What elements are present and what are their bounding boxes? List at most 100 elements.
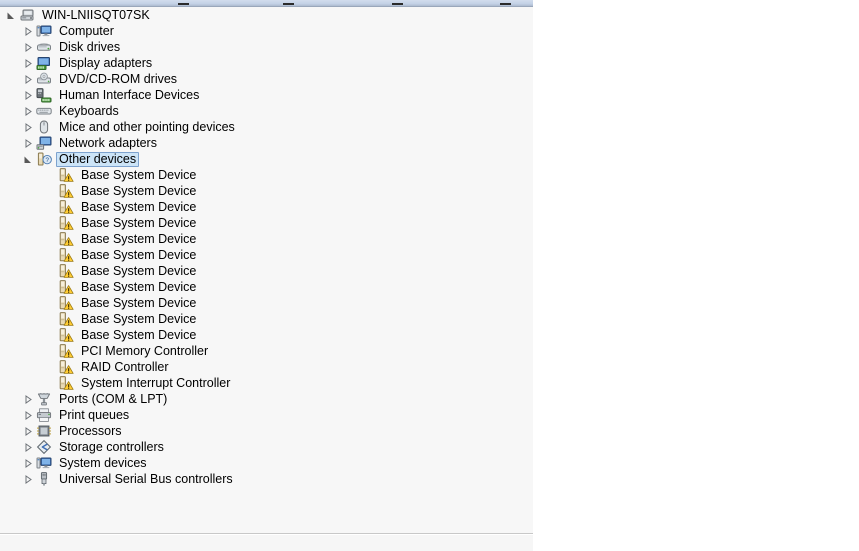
tree-category-print-queues[interactable]: Print queues xyxy=(0,407,533,423)
tree-category-display-adapters[interactable]: Display adapters xyxy=(0,55,533,71)
toolbar-button-4[interactable] xyxy=(500,3,511,5)
device-item[interactable]: Base System Device xyxy=(0,295,533,311)
device-item[interactable]: PCI Memory Controller xyxy=(0,343,533,359)
printer-icon xyxy=(36,407,52,423)
tree-category-ports-com-lpt[interactable]: Ports (COM & LPT) xyxy=(0,391,533,407)
unknown-device-warning-icon xyxy=(58,215,74,231)
tree-item-label: PCI Memory Controller xyxy=(81,343,209,358)
device-item[interactable]: Base System Device xyxy=(0,247,533,263)
tree-item-label: Base System Device xyxy=(81,263,197,278)
tree-item-label: Disk drives xyxy=(59,39,121,54)
device-item[interactable]: Base System Device xyxy=(0,167,533,183)
unknown-device-warning-icon xyxy=(58,199,74,215)
device-item[interactable]: Base System Device xyxy=(0,231,533,247)
device-tree[interactable]: WIN-LNIISQT07SK Computer Disk drives Displa… xyxy=(0,7,533,533)
tree-item-label: Keyboards xyxy=(59,103,119,118)
unknown-device-warning-icon xyxy=(58,231,74,247)
expand-collapse-toggle[interactable] xyxy=(23,154,34,165)
expand-collapse-toggle[interactable] xyxy=(23,58,34,69)
device-item[interactable]: Base System Device xyxy=(0,199,533,215)
tree-category-system-devices[interactable]: System devices xyxy=(0,455,533,471)
toolbar-button-2[interactable] xyxy=(283,3,294,5)
tree-category-dvd-cd-rom-drives[interactable]: DVD/CD-ROM drives xyxy=(0,71,533,87)
tree-item-label: Base System Device xyxy=(81,231,197,246)
tree-category-universal-serial-bus-controllers[interactable]: Universal Serial Bus controllers xyxy=(0,471,533,487)
expand-collapse-toggle[interactable] xyxy=(23,90,34,101)
device-item[interactable]: System Interrupt Controller xyxy=(0,375,533,391)
unknown-device-warning-icon xyxy=(58,359,74,375)
toolbar-button-3[interactable] xyxy=(392,3,403,5)
expand-collapse-toggle[interactable] xyxy=(23,474,34,485)
display-adapter-icon xyxy=(36,55,52,71)
unknown-device-warning-icon xyxy=(58,375,74,391)
tree-category-network-adapters[interactable]: Network adapters xyxy=(0,135,533,151)
expand-collapse-toggle[interactable] xyxy=(23,122,34,133)
tree-item-label: Base System Device xyxy=(81,183,197,198)
toolbar-button-1[interactable] xyxy=(178,3,189,5)
tree-item-label: Base System Device xyxy=(81,279,197,294)
tree-item-label: Human Interface Devices xyxy=(59,87,200,102)
tree-category-other-devices[interactable]: ? Other devices xyxy=(0,151,533,167)
tree-item-label: DVD/CD-ROM drives xyxy=(59,71,178,86)
usb-icon xyxy=(36,471,52,487)
toolbar[interactable] xyxy=(0,0,533,7)
device-item[interactable]: Base System Device xyxy=(0,327,533,343)
dvd-drive-icon xyxy=(36,71,52,87)
storage-controller-icon xyxy=(36,439,52,455)
tree-item-label: Universal Serial Bus controllers xyxy=(59,471,233,486)
expand-collapse-toggle[interactable] xyxy=(23,42,34,53)
tree-item-label: Base System Device xyxy=(81,167,197,182)
tree-item-label: Storage controllers xyxy=(59,439,164,454)
expand-collapse-toggle[interactable] xyxy=(23,426,34,437)
expand-collapse-toggle[interactable] xyxy=(23,442,34,453)
tree-item-label: Ports (COM & LPT) xyxy=(59,391,168,406)
unknown-device-icon: ? xyxy=(36,151,52,167)
unknown-device-warning-icon xyxy=(58,343,74,359)
device-item[interactable]: Base System Device xyxy=(0,263,533,279)
device-item[interactable]: Base System Device xyxy=(0,279,533,295)
device-item[interactable]: Base System Device xyxy=(0,183,533,199)
expand-collapse-toggle[interactable] xyxy=(23,394,34,405)
tree-root-label: WIN-LNIISQT07SK xyxy=(42,7,150,22)
tree-category-computer[interactable]: Computer xyxy=(0,23,533,39)
expand-collapse-toggle[interactable] xyxy=(6,10,17,21)
tree-category-storage-controllers[interactable]: Storage controllers xyxy=(0,439,533,455)
tree-category-human-interface-devices[interactable]: Human Interface Devices xyxy=(0,87,533,103)
keyboard-icon xyxy=(36,103,52,119)
device-item[interactable]: Base System Device xyxy=(0,311,533,327)
network-adapter-icon xyxy=(36,135,52,151)
port-icon xyxy=(36,391,52,407)
tree-root-computer[interactable]: WIN-LNIISQT07SK xyxy=(0,7,533,23)
expand-collapse-toggle[interactable] xyxy=(23,106,34,117)
tree-item-label: System devices xyxy=(59,455,147,470)
device-manager-window: WIN-LNIISQT07SK Computer Disk drives Displa… xyxy=(0,0,533,551)
tree-item-label: RAID Controller xyxy=(81,359,169,374)
processor-icon xyxy=(36,423,52,439)
device-item[interactable]: RAID Controller xyxy=(0,359,533,375)
device-item[interactable]: Base System Device xyxy=(0,215,533,231)
tree-item-label: Base System Device xyxy=(81,311,197,326)
unknown-device-warning-icon xyxy=(58,263,74,279)
status-bar xyxy=(0,533,533,551)
unknown-device-warning-icon xyxy=(58,279,74,295)
svg-text:?: ? xyxy=(45,157,49,164)
tree-category-mice-and-other-pointing-devices[interactable]: Mice and other pointing devices xyxy=(0,119,533,135)
expand-collapse-toggle[interactable] xyxy=(23,410,34,421)
tree-item-label: Display adapters xyxy=(59,55,153,70)
tree-item-label: Base System Device xyxy=(81,247,197,262)
expand-collapse-toggle[interactable] xyxy=(23,458,34,469)
tree-item-label: Mice and other pointing devices xyxy=(59,119,235,134)
tree-category-disk-drives[interactable]: Disk drives xyxy=(0,39,533,55)
tree-category-keyboards[interactable]: Keyboards xyxy=(0,103,533,119)
disk-drive-icon xyxy=(36,39,52,55)
unknown-device-warning-icon xyxy=(58,247,74,263)
tree-item-label: Base System Device xyxy=(81,199,197,214)
expand-collapse-toggle[interactable] xyxy=(23,26,34,37)
unknown-device-warning-icon xyxy=(58,311,74,327)
tree-category-processors[interactable]: Processors xyxy=(0,423,533,439)
unknown-device-warning-icon xyxy=(58,183,74,199)
tree-item-label: Base System Device xyxy=(81,215,197,230)
expand-collapse-toggle[interactable] xyxy=(23,74,34,85)
unknown-device-warning-icon xyxy=(58,295,74,311)
expand-collapse-toggle[interactable] xyxy=(23,138,34,149)
